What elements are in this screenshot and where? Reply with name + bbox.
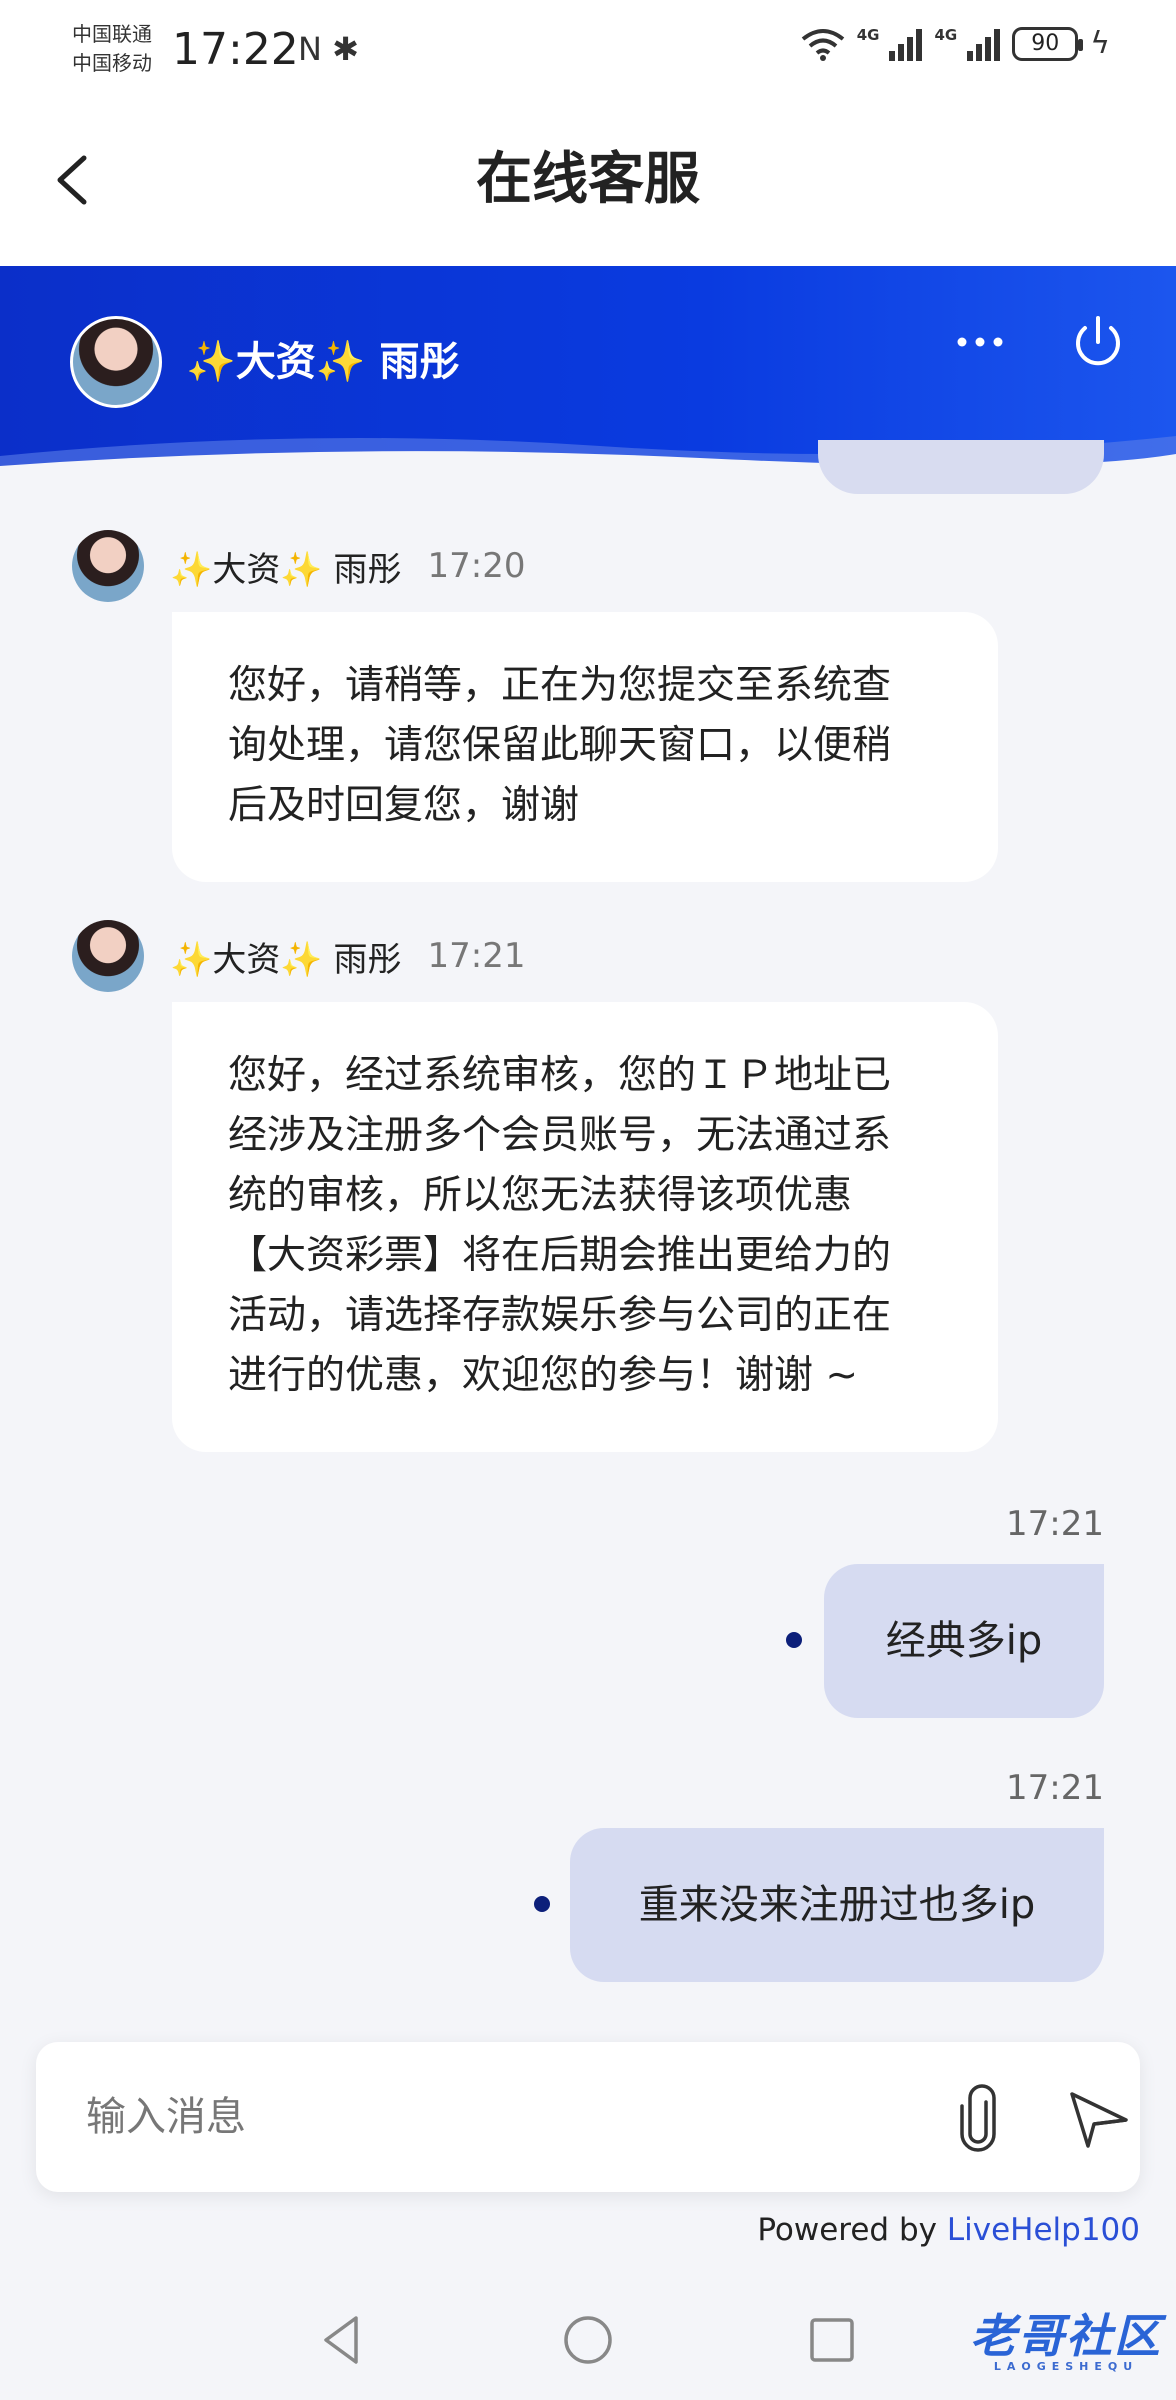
more-options-icon[interactable]	[940, 302, 1020, 382]
powered-by: Powered by LiveHelp100	[757, 2212, 1140, 2248]
livehelp-link[interactable]: LiveHelp100	[947, 2212, 1140, 2248]
power-off-icon[interactable]	[1058, 302, 1138, 382]
message-input[interactable]	[86, 2082, 866, 2152]
previous-message-bubble	[818, 440, 1104, 494]
message-meta: ✨大资✨ 雨彤 17:21	[72, 920, 525, 992]
outgoing-message-bubble: 重来没来注册过也多ip	[570, 1828, 1104, 1982]
wifi-icon	[801, 28, 844, 61]
status-bar: 中国联通 中国移动 17:22 N ✱ 4G 4G 90 ϟ	[0, 0, 1176, 100]
signal-icon	[889, 27, 923, 61]
sender-name: ✨大资✨ 雨彤	[170, 939, 402, 980]
signal-icon	[967, 27, 1001, 61]
system-navigation-bar: 老哥社区 LAOGESHEQU	[0, 2276, 1176, 2400]
avatar	[72, 920, 144, 992]
incoming-message-bubble: 您好，请稍等，正在为您提交至系统查 询处理，请您保留此聊天窗口，以便稍 后及时回…	[172, 612, 998, 882]
message-text: 您好，请稍等，正在为您提交至系统查 询处理，请您保留此聊天窗口，以便稍 后及时回…	[228, 663, 892, 828]
sent-status-dot	[786, 1632, 802, 1648]
back-triangle-icon[interactable]	[312, 2310, 372, 2370]
charging-icon: ϟ	[1090, 26, 1110, 61]
carrier-labels: 中国联通 中国移动	[72, 20, 152, 78]
recents-square-icon[interactable]	[802, 2310, 862, 2370]
nav-bar: 在线客服	[0, 100, 1176, 266]
carrier-2: 中国移动	[72, 51, 152, 75]
sender-name: ✨大资✨ 雨彤	[170, 549, 402, 590]
message-composer	[36, 2042, 1140, 2192]
message-time: 17:21	[1006, 1504, 1104, 1544]
powered-by-prefix: Powered by	[757, 2212, 947, 2248]
paperclip-icon[interactable]	[940, 2080, 1016, 2156]
incoming-message-bubble: 您好，经过系统审核，您的ＩＰ地址已 经涉及注册多个会员账号，无法通过系 统的审核…	[172, 1002, 998, 1452]
nfc-bluetooth-icons: N ✱	[298, 30, 359, 68]
message-time: 17:20	[427, 546, 526, 586]
watermark-logo: 老哥社区 LAOGESHEQU	[970, 2300, 1162, 2373]
agent-avatar	[70, 316, 162, 408]
network-type-1: 4G	[856, 26, 880, 44]
carrier-1: 中国联通	[72, 22, 152, 46]
status-right-icons: 4G 4G 90 ϟ	[801, 26, 1110, 61]
message-time: 17:21	[1006, 1768, 1104, 1808]
message-time: 17:21	[427, 936, 526, 976]
message-text: 重来没来注册过也多ip	[638, 1882, 1036, 1928]
outgoing-message-bubble: 经典多ip	[824, 1564, 1104, 1718]
network-type-2: 4G	[934, 26, 958, 44]
send-icon[interactable]	[1060, 2080, 1136, 2156]
message-meta: ✨大资✨ 雨彤 17:20	[72, 530, 525, 602]
watermark-text: 老哥社区	[970, 2309, 1162, 2363]
page-title: 在线客服	[476, 147, 700, 212]
message-text: 您好，经过系统审核，您的ＩＰ地址已 经涉及注册多个会员账号，无法通过系 统的审核…	[228, 1053, 892, 1398]
sent-status-dot	[534, 1896, 550, 1912]
message-text: 经典多ip	[885, 1618, 1043, 1664]
battery-icon: 90	[1012, 26, 1084, 61]
avatar	[72, 530, 144, 602]
home-circle-icon[interactable]	[558, 2310, 618, 2370]
status-clock: 17:22	[172, 24, 299, 75]
agent-name: ✨大资✨ 雨彤	[186, 339, 460, 385]
watermark-subtext: LAOGESHEQU	[993, 2360, 1139, 2373]
